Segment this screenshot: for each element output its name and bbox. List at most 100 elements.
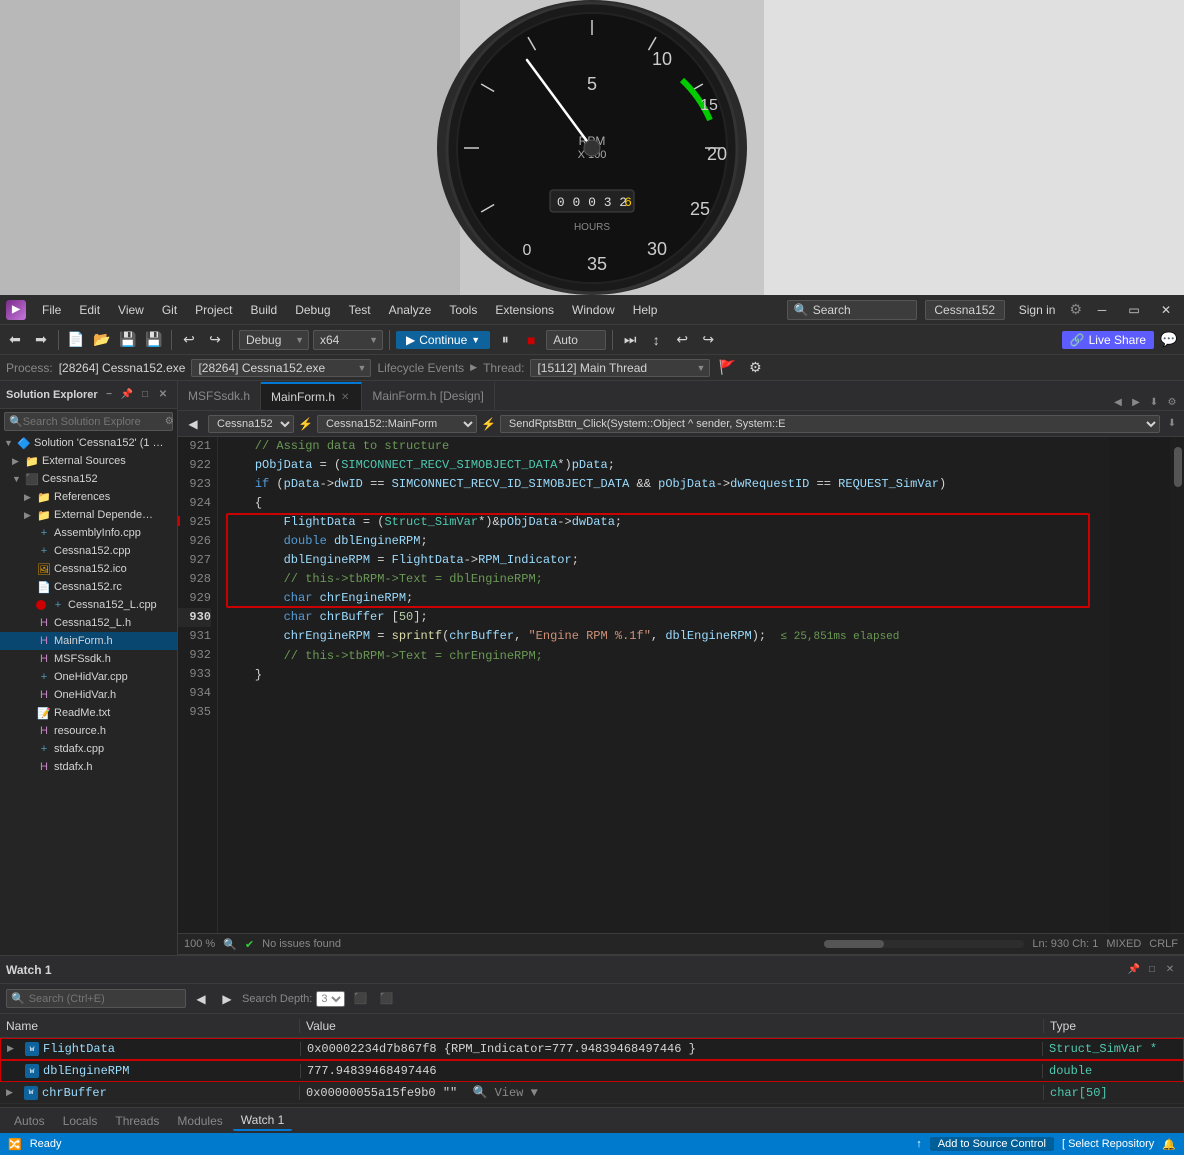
hscroll-thumb[interactable] <box>824 940 884 948</box>
continue-button[interactable]: ▶ Continue ▼ <box>396 331 490 349</box>
watch-options1[interactable]: ⬛ <box>349 988 371 1010</box>
project-dropdown[interactable]: Cessna152 <box>925 300 1005 320</box>
redo-button[interactable]: ↪ <box>204 329 226 351</box>
thread-flags[interactable]: 🚩 <box>716 357 738 379</box>
debug-mode-dropdown[interactable]: Debug ▼ <box>239 330 309 350</box>
tree-item-cessna152-project[interactable]: ▼ ⬛ Cessna152 <box>0 470 177 488</box>
tab-scroll-left[interactable]: ◀ <box>1110 394 1126 410</box>
pause-button[interactable]: ⏸ <box>494 329 516 351</box>
watch-row-flightdata[interactable]: ▶ w FlightData 0x00002234d7b867f8 {RPM_I… <box>0 1038 1184 1060</box>
zoom-icon[interactable]: 🔍 <box>223 938 237 951</box>
tree-item-solution[interactable]: ▼ 🔷 Solution 'Cessna152' (1 … <box>0 434 177 452</box>
watch-nav-fwd[interactable]: ▶ <box>216 988 238 1010</box>
forward-button[interactable]: ➡ <box>30 329 52 351</box>
tree-item-references[interactable]: ▶ 📁 References <box>0 488 177 506</box>
expand-arrow[interactable]: ▶ <box>7 1044 21 1054</box>
new-button[interactable]: 📄 <box>65 329 87 351</box>
tree-item-onehidvarh[interactable]: H OneHidVar.h <box>0 686 177 704</box>
minimize-button[interactable]: ─ <box>1090 298 1114 322</box>
notification-icon[interactable]: 🔔 <box>1162 1138 1176 1151</box>
btab-locals[interactable]: Locals <box>55 1112 106 1130</box>
tree-item-readme[interactable]: 📝 ReadMe.txt <box>0 704 177 722</box>
debug-icon3[interactable]: ↩ <box>671 329 693 351</box>
menu-debug[interactable]: Debug <box>287 301 338 319</box>
scroll-thumb[interactable] <box>1174 447 1182 487</box>
menu-view[interactable]: View <box>110 301 152 319</box>
menu-file[interactable]: File <box>34 301 69 319</box>
tree-item-cessna152ico[interactable]: 🖼 Cessna152.ico <box>0 560 177 578</box>
close-panel-button[interactable]: ✕ <box>155 387 171 403</box>
undo-button[interactable]: ↩ <box>178 329 200 351</box>
watch-pin-button[interactable]: 📌 <box>1126 962 1142 978</box>
menu-help[interactable]: Help <box>625 301 666 319</box>
class-dropdown[interactable]: Cessna152 <box>208 415 294 433</box>
code-content[interactable]: // Assign data to structure pObjData = (… <box>218 437 1110 933</box>
process-dropdown[interactable]: [28264] Cessna152.exe ▼ <box>191 359 371 377</box>
btab-modules[interactable]: Modules <box>169 1112 230 1130</box>
tab-msfssdk[interactable]: MSFSsdk.h <box>178 382 261 410</box>
code-editor[interactable]: 921 922 923 924 925 926 927 928 929 930 … <box>178 437 1184 933</box>
tab-scroll-right[interactable]: ▶ <box>1128 394 1144 410</box>
member-dropdown[interactable]: SendRptsBttn_Click(System::Object ^ send… <box>500 415 1160 433</box>
method-dropdown[interactable]: Cessna152::MainForm <box>317 415 477 433</box>
menu-test[interactable]: Test <box>341 301 379 319</box>
watch-row-chrbuffer[interactable]: ▶ w chrBuffer 0x00000055a15fe9b0 "" 🔍 Vi… <box>0 1082 1184 1104</box>
close-tab-button[interactable]: ✕ <box>339 391 351 404</box>
debug-icon1[interactable]: ⏭ <box>619 329 641 351</box>
tree-item-msfssdk[interactable]: H MSFSsdk.h <box>0 650 177 668</box>
search-depth-select[interactable]: 3 <box>316 991 345 1007</box>
expand-panel-button[interactable]: □ <box>137 387 153 403</box>
close-button[interactable]: ✕ <box>1154 298 1178 322</box>
thread-dropdown[interactable]: [15112] Main Thread ▼ <box>530 359 710 377</box>
debug-icon4[interactable]: ↪ <box>697 329 719 351</box>
save-button[interactable]: 💾 <box>117 329 139 351</box>
menu-extensions[interactable]: Extensions <box>487 301 562 319</box>
select-repo-button[interactable]: [ Select Repository <box>1062 1138 1154 1150</box>
pin-button[interactable]: 📌 <box>119 387 135 403</box>
feedback-icon[interactable]: 💬 <box>1158 329 1180 351</box>
tab-mainformh[interactable]: MainForm.h ✕ <box>261 382 362 410</box>
search-options-icon[interactable]: ⚙ <box>165 416 174 427</box>
watch-row-dblenginerpm[interactable]: ▶ w dblEngineRPM 777.94839468497446 doub… <box>0 1060 1184 1082</box>
tools-icon[interactable]: ⚙ <box>1069 301 1082 318</box>
watch-nav-back[interactable]: ◀ <box>190 988 212 1010</box>
save-all-button[interactable]: 💾 <box>143 329 165 351</box>
tree-item-mainformh[interactable]: H MainForm.h <box>0 632 177 650</box>
watch-expand-button[interactable]: □ <box>1144 962 1160 978</box>
source-control-button[interactable]: Add to Source Control <box>930 1137 1054 1151</box>
auto-dropdown[interactable]: Auto <box>546 330 606 350</box>
global-search-box[interactable]: 🔍 Search <box>787 300 917 320</box>
menu-git[interactable]: Git <box>154 301 185 319</box>
editor-scrollbar[interactable] <box>1170 437 1184 933</box>
menu-tools[interactable]: Tools <box>441 301 485 319</box>
btab-watch1[interactable]: Watch 1 <box>233 1111 293 1131</box>
solution-search[interactable]: 🔍 ⚙ <box>4 412 173 431</box>
menu-analyze[interactable]: Analyze <box>381 301 440 319</box>
watch-search[interactable]: 🔍 <box>6 989 186 1008</box>
solution-search-input[interactable] <box>23 416 165 428</box>
tab-mainformh-design[interactable]: MainForm.h [Design] <box>362 382 494 410</box>
view-button[interactable]: 🔍 View ▼ <box>472 1086 537 1100</box>
tree-item-stdafxh[interactable]: H stdafx.h <box>0 758 177 776</box>
tree-item-cessna152lh[interactable]: H Cessna152_L.h <box>0 614 177 632</box>
navigate-back[interactable]: ◀ <box>182 413 204 435</box>
menu-edit[interactable]: Edit <box>71 301 108 319</box>
menu-window[interactable]: Window <box>564 301 623 319</box>
btab-autos[interactable]: Autos <box>6 1112 53 1130</box>
thread-options[interactable]: ⚙ <box>744 357 766 379</box>
horizontal-scrollbar[interactable] <box>824 940 1024 948</box>
tree-item-ext-depend[interactable]: ▶ 📁 External Depende… <box>0 506 177 524</box>
back-button[interactable]: ⬅ <box>4 329 26 351</box>
tree-item-cessna152lcpp[interactable]: + Cessna152_L.cpp <box>0 596 177 614</box>
debug-icon2[interactable]: ↕ <box>645 329 667 351</box>
tree-item-resourceh[interactable]: H resource.h <box>0 722 177 740</box>
tree-item-onehidvarcpp[interactable]: + OneHidVar.cpp <box>0 668 177 686</box>
menu-build[interactable]: Build <box>243 301 286 319</box>
tree-item-external[interactable]: ▶ 📁 External Sources <box>0 452 177 470</box>
watch-search-input[interactable] <box>29 993 181 1005</box>
live-share-button[interactable]: 🔗 Live Share <box>1062 331 1154 349</box>
maximize-button[interactable]: ▭ <box>1122 298 1146 322</box>
watch-options2[interactable]: ⬛ <box>375 988 397 1010</box>
menu-project[interactable]: Project <box>187 301 240 319</box>
tab-dropdown[interactable]: ⬇ <box>1146 394 1162 410</box>
